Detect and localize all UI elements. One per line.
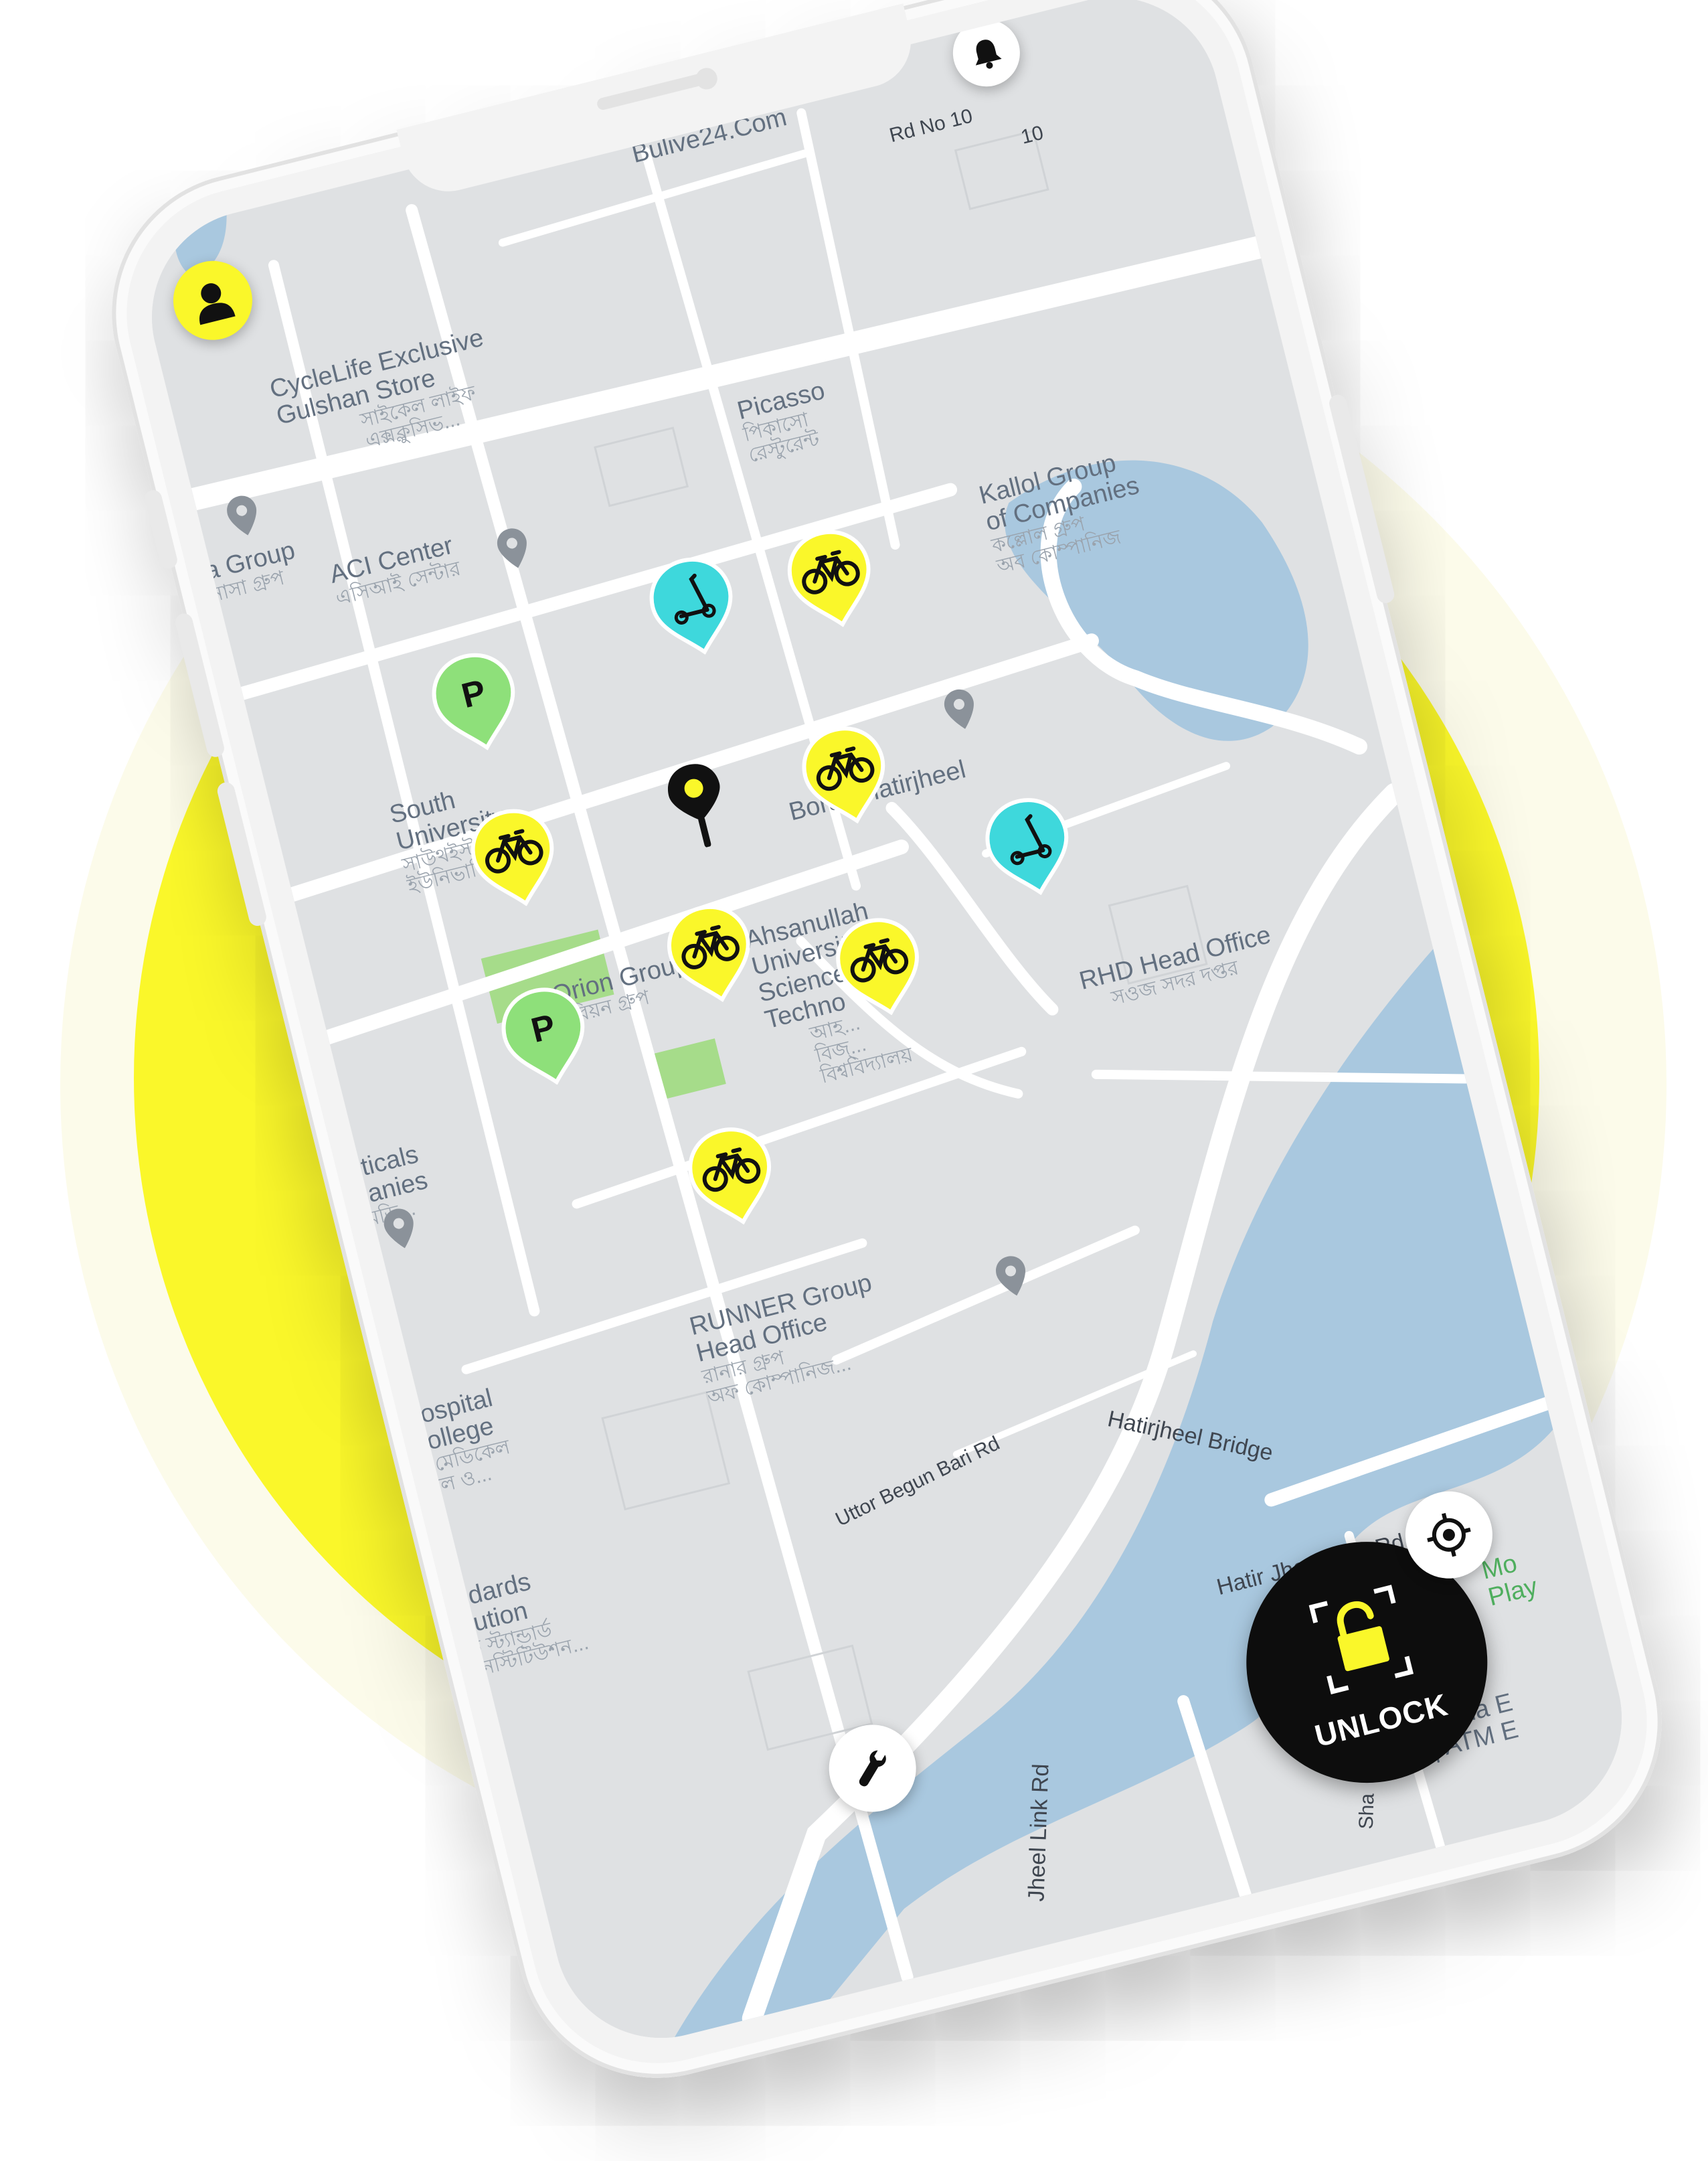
street-label: Sha (1355, 1793, 1379, 1830)
crosshair-icon (1427, 1513, 1471, 1557)
scan-lock-icon (1308, 1585, 1414, 1694)
street-label: Jheel Link Rd (1023, 1763, 1054, 1903)
wrench-icon (859, 1750, 886, 1787)
phone-mockup: Bulive24.Com Rd No 10 10 CycleLife Exclu… (82, 0, 1692, 2108)
front-camera (693, 65, 720, 92)
app-screen: Bulive24.Com Rd No 10 10 CycleLife Exclu… (129, 0, 1644, 2061)
user-icon (199, 283, 236, 325)
bell-icon (975, 39, 1002, 69)
